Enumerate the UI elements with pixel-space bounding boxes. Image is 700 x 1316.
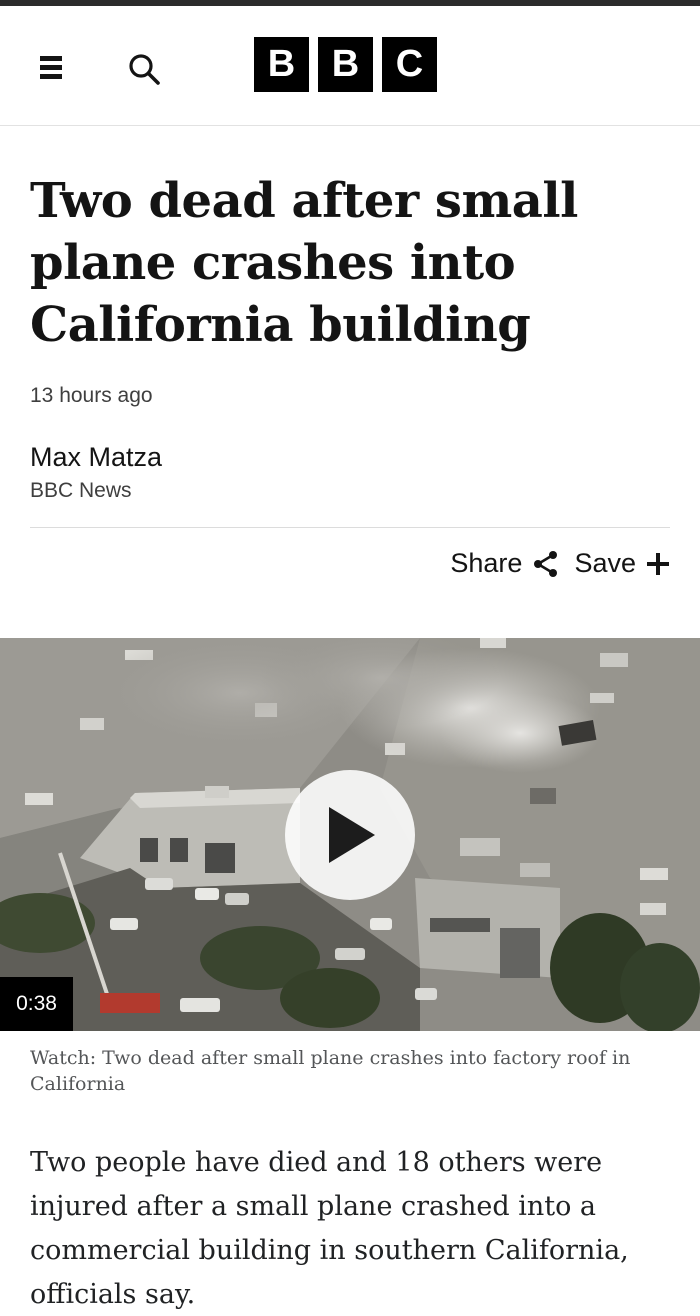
share-icon — [534, 550, 558, 577]
share-label: Share — [450, 548, 523, 578]
logo-letter: B — [254, 37, 309, 92]
hamburger-menu-icon[interactable] — [36, 50, 76, 86]
video-duration: 0:38 — [0, 977, 73, 1031]
article-actions: Share Save — [450, 548, 670, 579]
save-button[interactable]: Save — [574, 548, 670, 579]
share-button[interactable]: Share — [450, 548, 560, 579]
save-label: Save — [574, 548, 636, 578]
bbc-logo[interactable]: B B C — [254, 37, 437, 93]
article-body-paragraph: Two people have died and 18 others were … — [30, 1147, 629, 1310]
logo-letter: C — [382, 37, 437, 92]
author-organization: BBC News — [30, 479, 132, 502]
video-player[interactable]: 0:38 — [0, 638, 700, 1031]
logo-letter: B — [318, 37, 373, 92]
plus-icon — [647, 552, 669, 575]
divider — [30, 527, 670, 528]
play-icon — [329, 807, 375, 863]
article-headline: Two dead after small plane crashes into … — [30, 173, 578, 353]
site-header: B B C — [0, 6, 700, 126]
article-timestamp: 13 hours ago — [30, 384, 153, 407]
play-button[interactable] — [285, 770, 415, 900]
search-icon[interactable] — [124, 50, 164, 90]
author-name[interactable]: Max Matza — [30, 442, 162, 473]
video-caption: Watch: Two dead after small plane crashe… — [30, 1047, 631, 1095]
